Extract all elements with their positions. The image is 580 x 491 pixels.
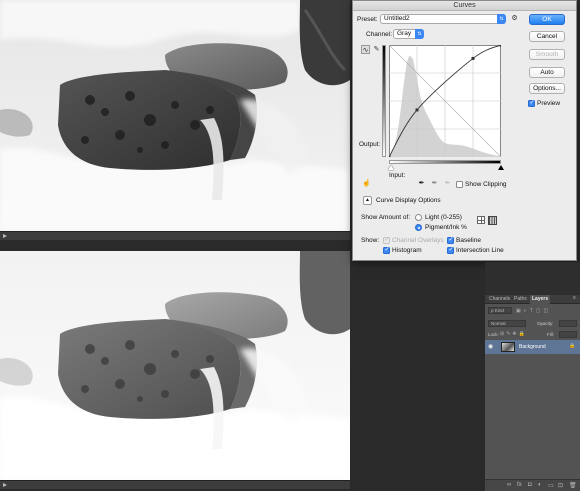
pigment-radio[interactable] (415, 224, 422, 231)
preview-checkbox[interactable] (528, 99, 535, 107)
preset-select[interactable]: Untitled2 ⇅ (380, 14, 506, 24)
show-amount-label: Show Amount of: (361, 214, 411, 221)
filter-search-icon: ρ (491, 308, 494, 313)
dialog-title: Curves (353, 1, 576, 11)
detailed-grid-icon[interactable] (488, 216, 497, 225)
tab-channels[interactable]: Channels (487, 295, 512, 304)
curve-control-point[interactable] (389, 155, 391, 158)
layer-lock-icon: 🔒 (569, 343, 576, 349)
chevron-updown-icon: ⇅ (497, 14, 506, 24)
ok-button[interactable]: OK (529, 14, 565, 25)
fill-field[interactable] (559, 331, 577, 338)
layer-row-background[interactable]: ◉ Background 🔒 (485, 340, 580, 354)
channel-label: Channel: (366, 31, 393, 38)
filter-icons-row: ▣◐T▢◫ (516, 308, 552, 314)
preset-value: Untitled2 (384, 15, 410, 22)
curve-control-point[interactable] (499, 45, 502, 47)
baseline-label: Baseline (456, 237, 481, 244)
link-layers-icon[interactable]: ∞ (507, 482, 511, 488)
preview-label: Preview (537, 100, 561, 107)
visibility-eye-icon[interactable]: ◉ (488, 343, 493, 350)
baseline-checkbox[interactable] (447, 236, 454, 244)
light-label: Light (0-255) (425, 214, 462, 221)
auto-button[interactable]: Auto (529, 67, 565, 78)
output-label: Output: (359, 141, 381, 148)
tab-layers[interactable]: Layers (530, 295, 551, 304)
smooth-button[interactable]: Smooth (529, 49, 565, 60)
lock-label: Lock: (488, 332, 499, 337)
rock-photo-original (0, 0, 350, 231)
channel-value: Gray (397, 30, 412, 37)
input-label: Input: (389, 172, 406, 179)
histogram-label: Histogram (392, 247, 422, 254)
histogram-checkbox[interactable] (383, 246, 390, 254)
panel-top-strip (485, 262, 580, 295)
layers-panel-footer: ∞ fx ◘ ◐ ▭ ⊡ 🗑 (485, 479, 580, 491)
curve-display-options-disclosure[interactable]: ▲ (363, 196, 372, 205)
new-layer-icon[interactable]: ⊡ (558, 482, 563, 489)
show-label: Show: (361, 237, 380, 244)
trash-icon[interactable]: 🗑 (569, 482, 577, 489)
curve-control-point[interactable] (471, 56, 475, 60)
document-status-bar-bottom[interactable] (0, 480, 350, 489)
layer-name: Background (519, 344, 546, 350)
document-window-top (0, 0, 350, 231)
black-eyedropper-icon[interactable]: ✒ (417, 179, 426, 188)
preset-label: Preset: (357, 16, 378, 23)
curve-control-point[interactable] (415, 108, 419, 112)
blend-mode-value: Normal (491, 321, 506, 326)
kind-filter-value: Kind (494, 308, 504, 313)
new-group-icon[interactable]: ▭ (548, 482, 554, 489)
status-menu-triangle-icon[interactable] (3, 483, 7, 487)
cancel-button[interactable]: Cancel (529, 31, 565, 42)
pigment-label: Pigment/Ink % (425, 224, 467, 231)
preset-options-gear-icon[interactable]: ⚙ (510, 14, 519, 23)
curve-point-tool-icon[interactable]: ∿ (361, 45, 370, 54)
fill-label: Fill: (547, 332, 554, 337)
tab-paths[interactable]: Paths (512, 295, 529, 304)
fx-icon[interactable]: fx (517, 482, 522, 488)
light-radio[interactable] (415, 214, 422, 221)
rock-photo-adjusted (0, 251, 350, 480)
curve-graph[interactable] (389, 45, 501, 157)
adjustment-layer-icon[interactable]: ◐ (538, 482, 542, 488)
show-clipping-label: Show Clipping (465, 181, 507, 188)
chevron-updown-icon: ⇅ (415, 29, 424, 39)
blend-mode-select[interactable]: Normal (488, 320, 526, 327)
channel-select[interactable]: Gray ⇅ (393, 29, 424, 39)
document-status-bar-top[interactable] (0, 231, 350, 240)
kind-filter-select[interactable]: ρ Kind (488, 307, 512, 314)
white-eyedropper-icon[interactable]: ✒ (443, 179, 452, 188)
curves-dialog: Curves Preset: Untitled2 ⇅ ⚙ Channel: Gr… (352, 0, 577, 261)
channel-overlays-label: Channel Overlays (392, 237, 444, 244)
on-image-adjust-tool-icon[interactable]: ☝ (362, 179, 371, 188)
simple-grid-icon[interactable] (477, 216, 485, 224)
opacity-field[interactable] (559, 320, 577, 327)
panel-menu-icon[interactable]: ≡ (573, 295, 576, 301)
status-menu-triangle-icon[interactable] (3, 234, 7, 238)
layer-thumbnail (501, 342, 515, 352)
layers-panel: Channels Paths Layers ≡ ρ Kind ▣◐T▢◫ Nor… (485, 262, 580, 491)
black-point-slider-icon[interactable] (498, 165, 504, 170)
intersection-line-label: Intersection Line (456, 247, 504, 254)
output-gradient-bar (382, 45, 386, 157)
lock-icons-row[interactable]: ⊞✎✥🔒 (500, 331, 527, 337)
gray-eyedropper-icon[interactable]: ✒ (430, 179, 439, 188)
white-point-slider-icon[interactable] (388, 165, 394, 170)
options-button[interactable]: Options... (529, 83, 565, 94)
input-gradient-bar (389, 160, 501, 164)
intersection-line-checkbox[interactable] (447, 246, 454, 254)
pencil-tool-icon[interactable]: ✎ (372, 45, 381, 54)
document-window-bottom (0, 251, 350, 480)
show-clipping-checkbox[interactable] (456, 181, 463, 188)
channel-overlays-checkbox[interactable] (383, 236, 390, 244)
curve-display-options-label: Curve Display Options (376, 197, 441, 204)
add-mask-icon[interactable]: ◘ (528, 482, 532, 488)
opacity-label: Opacity: (537, 321, 554, 326)
panel-tabs: Channels Paths Layers ≡ (485, 295, 580, 304)
